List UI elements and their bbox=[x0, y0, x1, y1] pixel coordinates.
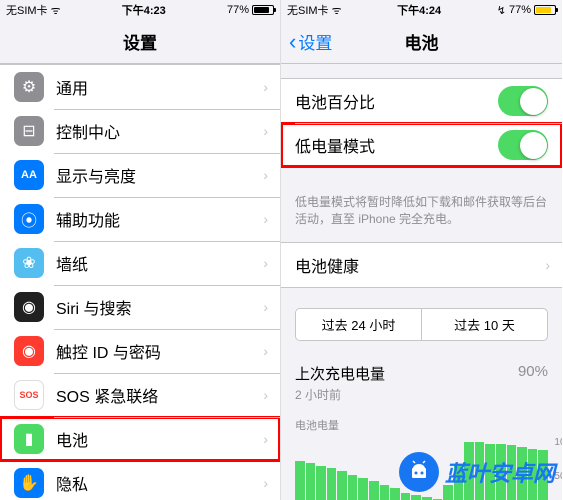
chart-bar bbox=[306, 463, 316, 500]
battery-percent: 77% bbox=[509, 4, 531, 16]
status-bar: 无SIM卡 ᯤ 下午4:24 ↯ 77% bbox=[281, 0, 562, 20]
row-low-power-mode: 低电量模式 bbox=[281, 123, 562, 167]
display-icon: AA bbox=[14, 160, 44, 190]
navbar: 设置 bbox=[0, 20, 280, 64]
chart-bar bbox=[380, 485, 390, 500]
chart-level-label: 电池电量 bbox=[281, 413, 562, 437]
back-button[interactable]: ‹ 设置 bbox=[289, 29, 332, 55]
time-range-segmented: 过去 24 小时 过去 10 天 bbox=[295, 308, 548, 341]
row-touchid[interactable]: ◉ 触控 ID 与密码 › bbox=[0, 329, 280, 373]
watermark-text: 蓝叶安卓网 bbox=[445, 456, 555, 488]
chevron-left-icon: ‹ bbox=[289, 29, 296, 55]
carrier-label: 无SIM卡 bbox=[6, 2, 48, 18]
charging-icon: ↯ bbox=[497, 4, 506, 17]
chevron-right-icon: › bbox=[251, 79, 280, 95]
wifi-icon: ᯤ bbox=[332, 3, 342, 18]
row-battery-percentage: 电池百分比 bbox=[281, 79, 562, 123]
watermark: 蓝叶安卓网 bbox=[399, 452, 555, 492]
chevron-right-icon: › bbox=[251, 123, 280, 139]
chart-bar bbox=[401, 493, 411, 500]
control-center-icon: ⊟ bbox=[14, 116, 44, 146]
battery-percent: 77% bbox=[227, 4, 249, 16]
segment-10d[interactable]: 过去 10 天 bbox=[421, 309, 547, 340]
last-charge-pct: 90% bbox=[518, 363, 548, 384]
chevron-right-icon: › bbox=[251, 167, 280, 183]
sos-icon: SOS bbox=[14, 380, 44, 410]
battery-screen: 无SIM卡 ᯤ 下午4:24 ↯ 77% ‹ 设置 电池 电池百分比 bbox=[281, 0, 562, 500]
page-title: 电池 bbox=[405, 29, 439, 54]
chevron-right-icon: › bbox=[251, 299, 280, 315]
battery-icon bbox=[252, 5, 274, 15]
row-sos[interactable]: SOS SOS 紧急联络 › bbox=[0, 373, 280, 417]
gear-icon: ⚙ bbox=[14, 72, 44, 102]
chevron-right-icon: › bbox=[251, 255, 280, 271]
wifi-icon: ᯤ bbox=[51, 3, 61, 18]
chart-bar bbox=[348, 475, 358, 500]
chart-bar bbox=[411, 495, 421, 500]
row-battery-health[interactable]: 电池健康 › bbox=[281, 243, 562, 287]
row-wallpaper[interactable]: ❀ 墙纸 › bbox=[0, 241, 280, 285]
accessibility-icon: ⦿ bbox=[14, 204, 44, 234]
watermark-icon bbox=[399, 452, 439, 492]
row-siri[interactable]: ◉ Siri 与搜索 › bbox=[0, 285, 280, 329]
row-accessibility[interactable]: ⦿ 辅助功能 › bbox=[0, 197, 280, 241]
low-power-mode-switch[interactable] bbox=[498, 130, 548, 160]
chevron-right-icon: › bbox=[251, 343, 280, 359]
status-bar: 无SIM卡 ᯤ 下午4:23 77% bbox=[0, 0, 280, 20]
fingerprint-icon: ◉ bbox=[14, 336, 44, 366]
chevron-right-icon: › bbox=[251, 211, 280, 227]
privacy-icon: ✋ bbox=[14, 468, 44, 498]
chart-bar bbox=[295, 461, 305, 500]
last-charge-title: 上次充电电量 bbox=[295, 363, 385, 384]
low-power-note: 低电量模式将暂时降低如下载和邮件获取等后台活动，直至 iPhone 完全充电。 bbox=[281, 188, 562, 242]
chart-bar bbox=[369, 481, 379, 500]
row-general[interactable]: ⚙ 通用 › bbox=[0, 65, 280, 109]
chart-bar bbox=[337, 471, 347, 500]
battery-percentage-switch[interactable] bbox=[498, 86, 548, 116]
battery-icon bbox=[534, 5, 556, 15]
settings-screen: 无SIM卡 ᯤ 下午4:23 77% 设置 ⚙ 通用 › ⊟ 控制中心 bbox=[0, 0, 281, 500]
siri-icon: ◉ bbox=[14, 292, 44, 322]
chart-bar bbox=[316, 466, 326, 500]
row-control-center[interactable]: ⊟ 控制中心 › bbox=[0, 109, 280, 153]
battery-settings-icon: ▮ bbox=[14, 424, 44, 454]
wallpaper-icon: ❀ bbox=[14, 248, 44, 278]
chart-bar bbox=[327, 468, 337, 500]
status-time: 下午4:24 bbox=[397, 2, 441, 18]
row-privacy[interactable]: ✋ 隐私 › bbox=[0, 461, 280, 500]
chevron-right-icon: › bbox=[251, 475, 280, 491]
chart-ylabels: 100% 50% bbox=[554, 437, 562, 500]
status-time: 下午4:23 bbox=[122, 2, 166, 18]
segment-24h[interactable]: 过去 24 小时 bbox=[296, 309, 421, 340]
chevron-right-icon: › bbox=[251, 387, 280, 403]
carrier-label: 无SIM卡 bbox=[287, 2, 329, 18]
row-display[interactable]: AA 显示与亮度 › bbox=[0, 153, 280, 197]
chevron-right-icon: › bbox=[251, 431, 280, 447]
navbar: ‹ 设置 电池 bbox=[281, 20, 562, 64]
row-battery[interactable]: ▮ 电池 › bbox=[0, 417, 280, 461]
chevron-right-icon: › bbox=[533, 257, 562, 273]
chart-bar bbox=[358, 478, 368, 500]
last-charge-time: 2 小时前 bbox=[281, 386, 562, 413]
page-title: 设置 bbox=[123, 29, 157, 54]
